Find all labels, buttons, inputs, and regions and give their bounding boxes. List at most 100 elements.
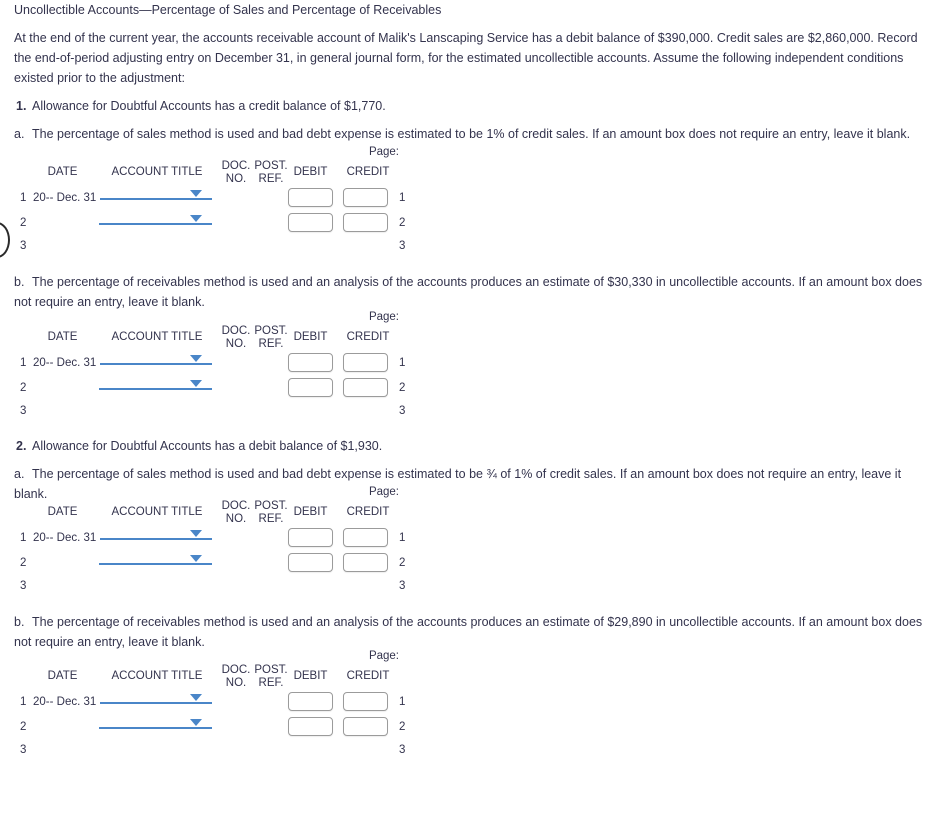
page-label-2b: Page:: [368, 650, 399, 662]
item-2-text: Allowance for Doubtful Accounts has a de…: [32, 439, 383, 453]
debit-input-row-2[interactable]: [288, 213, 333, 232]
column-header-date: DATE: [47, 506, 78, 518]
row-number-right-2: 2: [399, 217, 406, 229]
row-number-left-1: 1: [20, 696, 27, 708]
column-header-doc-no: DOC. NO.: [221, 500, 251, 525]
chevron-down-icon: [190, 530, 202, 537]
chevron-down-icon: [190, 215, 202, 222]
row-number-right-1: 1: [399, 532, 406, 544]
column-header-debit: DEBIT: [293, 331, 328, 343]
select-underline: [100, 702, 212, 704]
account-title-select-row-1[interactable]: [100, 524, 212, 540]
item-1-text: Allowance for Doubtful Accounts has a cr…: [32, 99, 386, 113]
journal-table-2b: Page: DATE ACCOUNT TITLE DOC. NO. POST. …: [0, 650, 430, 762]
account-title-select-row-1[interactable]: [100, 184, 212, 200]
column-header-doc-no: DOC. NO.: [221, 160, 251, 185]
debit-input-row-1[interactable]: [288, 692, 333, 711]
page-label-2a: Page:: [368, 486, 399, 498]
item-1a-body: The percentage of sales method is used a…: [32, 127, 911, 141]
column-header-post-ref: POST. REF.: [254, 325, 288, 350]
row-number-right-1: 1: [399, 696, 406, 708]
column-header-post-ref: POST. REF.: [254, 160, 288, 185]
account-title-select-row-2[interactable]: [99, 713, 212, 729]
column-header-credit: CREDIT: [346, 166, 390, 178]
page-title: Uncollectible Accounts—Percentage of Sal…: [14, 3, 442, 17]
journal-table-1a: Page: DATE ACCOUNT TITLE DOC. NO. POST. …: [0, 146, 430, 258]
row-number-left-3: 3: [20, 405, 27, 417]
chevron-down-icon: [190, 719, 202, 726]
column-header-date: DATE: [47, 670, 78, 682]
chevron-down-icon: [190, 380, 202, 387]
chevron-down-icon: [190, 694, 202, 701]
column-header-debit: DEBIT: [293, 166, 328, 178]
row-number-right-1: 1: [399, 192, 406, 204]
account-title-select-row-2[interactable]: [99, 209, 212, 225]
credit-input-row-2[interactable]: [343, 213, 388, 232]
select-underline: [100, 363, 212, 365]
account-title-select-row-2[interactable]: [99, 374, 212, 390]
date-cell-row-1: 20-- Dec. 31: [33, 192, 97, 204]
credit-input-row-2[interactable]: [343, 553, 388, 572]
item-1-number: 1.: [16, 99, 27, 113]
column-header-post-ref: POST. REF.: [254, 664, 288, 689]
chevron-down-icon: [190, 190, 202, 197]
debit-input-row-2[interactable]: [288, 378, 333, 397]
row-number-left-3: 3: [20, 580, 27, 592]
credit-input-row-1[interactable]: [343, 692, 388, 711]
column-header-credit: CREDIT: [346, 331, 390, 343]
select-underline: [99, 388, 212, 390]
credit-input-row-2[interactable]: [343, 378, 388, 397]
item-1b-text: b. The percentage of receivables method i…: [14, 272, 934, 312]
row-number-right-2: 2: [399, 382, 406, 394]
row-number-left-2: 2: [20, 721, 27, 733]
column-header-post-ref: POST. REF.: [254, 500, 288, 525]
item-1a-text: a. The percentage of sales method is used…: [14, 124, 934, 144]
column-header-credit: CREDIT: [346, 506, 390, 518]
account-title-select-row-2[interactable]: [99, 549, 212, 565]
column-header-date: DATE: [47, 331, 78, 343]
account-title-select-row-1[interactable]: [100, 349, 212, 365]
row-number-right-1: 1: [399, 357, 406, 369]
item-2b-text: b. The percentage of receivables method i…: [14, 612, 934, 652]
select-underline: [100, 198, 212, 200]
select-underline: [99, 223, 212, 225]
item-2-number: 2.: [16, 439, 27, 453]
page-label-1b: Page:: [368, 311, 399, 323]
column-header-debit: DEBIT: [293, 506, 328, 518]
row-number-right-3: 3: [399, 580, 406, 592]
row-number-right-3: 3: [399, 405, 406, 417]
row-number-left-2: 2: [20, 557, 27, 569]
item-2a-letter: a.: [14, 467, 25, 481]
page-label-1a: Page:: [368, 146, 399, 158]
debit-input-row-1[interactable]: [288, 188, 333, 207]
credit-input-row-1[interactable]: [343, 528, 388, 547]
credit-input-row-2[interactable]: [343, 717, 388, 736]
item-1-heading: 1. Allowance for Doubtful Accounts has a …: [16, 97, 386, 115]
account-title-select-row-1[interactable]: [100, 688, 212, 704]
problem-intro: At the end of the current year, the acco…: [14, 31, 918, 85]
debit-input-row-1[interactable]: [288, 528, 333, 547]
row-number-left-1: 1: [20, 532, 27, 544]
row-number-right-3: 3: [399, 240, 406, 252]
item-2b-letter: b.: [14, 615, 25, 629]
debit-input-row-2[interactable]: [288, 553, 333, 572]
date-cell-row-1: 20-- Dec. 31: [33, 532, 97, 544]
column-header-debit: DEBIT: [293, 670, 328, 682]
row-number-left-2: 2: [20, 382, 27, 394]
column-header-account-title: ACCOUNT TITLE: [111, 331, 203, 343]
journal-table-1b: Page: DATE ACCOUNT TITLE DOC. NO. POST. …: [0, 311, 430, 423]
row-number-right-2: 2: [399, 721, 406, 733]
item-1b-body: The percentage of receivables method is …: [14, 275, 923, 309]
row-number-left-1: 1: [20, 192, 27, 204]
item-2b-body: The percentage of receivables method is …: [14, 615, 923, 649]
column-header-account-title: ACCOUNT TITLE: [111, 166, 203, 178]
column-header-doc-no: DOC. NO.: [221, 325, 251, 350]
debit-input-row-1[interactable]: [288, 353, 333, 372]
chevron-down-icon: [190, 555, 202, 562]
debit-input-row-2[interactable]: [288, 717, 333, 736]
credit-input-row-1[interactable]: [343, 353, 388, 372]
exercise-page: Uncollectible Accounts—Percentage of Sal…: [0, 0, 943, 820]
credit-input-row-1[interactable]: [343, 188, 388, 207]
date-cell-row-1: 20-- Dec. 31: [33, 696, 97, 708]
row-number-right-3: 3: [399, 744, 406, 756]
